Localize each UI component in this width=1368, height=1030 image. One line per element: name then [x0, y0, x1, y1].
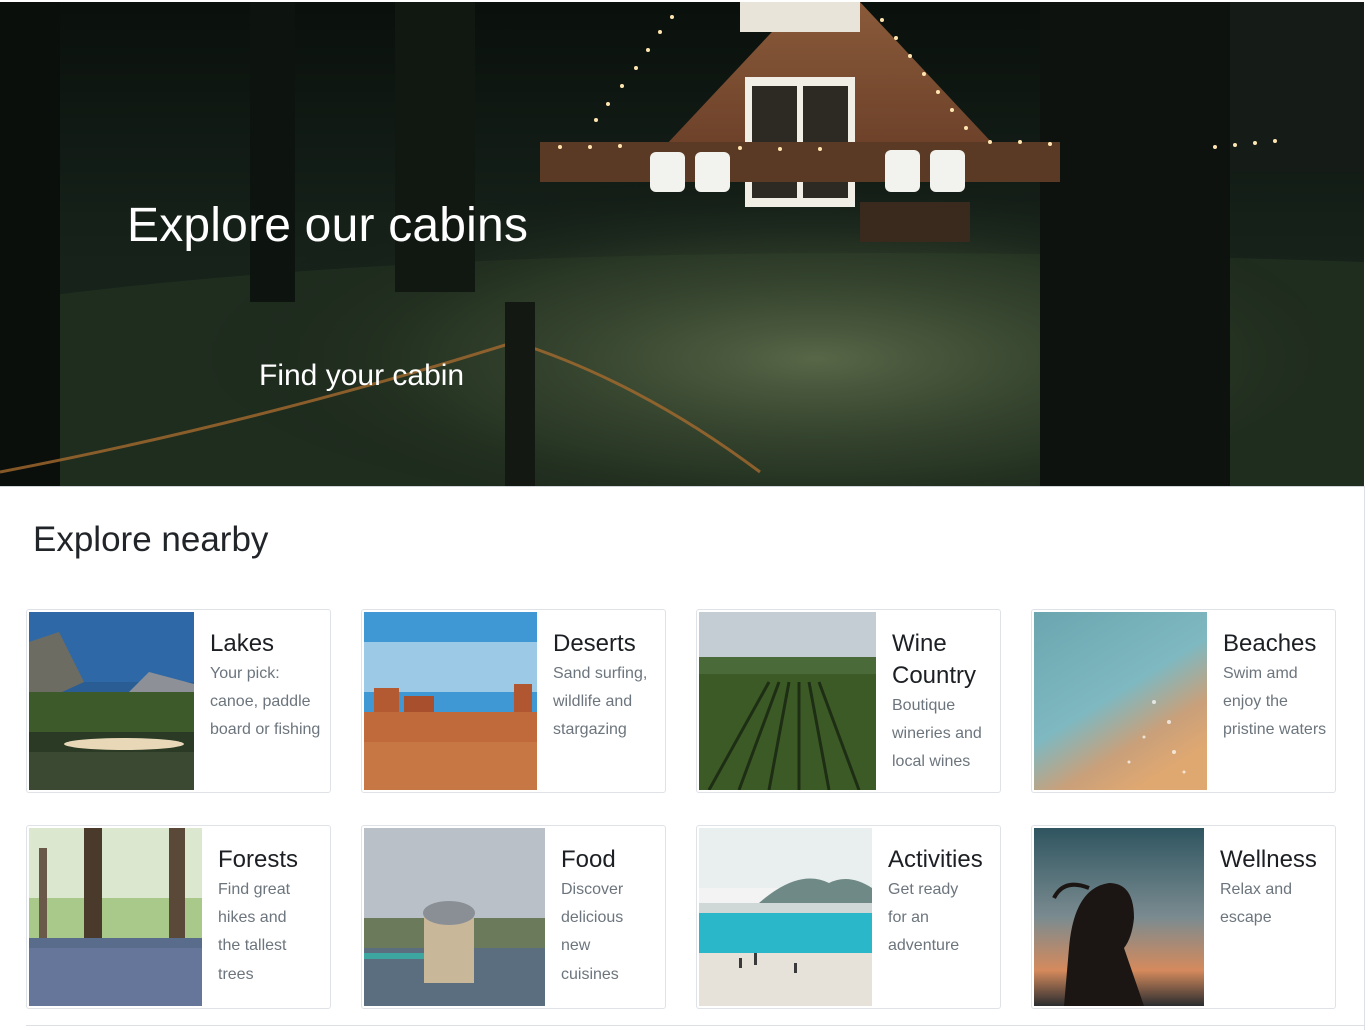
card-activities[interactable]: Activities Get ready for an adventure [696, 825, 1001, 1009]
divider [26, 1025, 1364, 1026]
card-title: Beaches [1223, 630, 1317, 657]
card-deserts[interactable]: Deserts Sand surfing, wildlife and starg… [361, 609, 666, 793]
card-title: Deserts [553, 630, 636, 657]
card-text: Discover delicious new cuisines [561, 881, 624, 983]
card-text: Relax and escape [1220, 881, 1293, 927]
card-title: Wine Country [892, 630, 977, 689]
food-image [364, 828, 545, 1006]
card-title: Activities [888, 846, 983, 873]
card-text: Your pick: canoe, paddle board or fishin… [210, 665, 321, 739]
beaches-image [1034, 612, 1207, 790]
activities-image [699, 828, 872, 1006]
card-food[interactable]: Food Discover delicious new cuisines [361, 825, 666, 1009]
card-beaches[interactable]: Beaches Swim amd enjoy the pristine wate… [1031, 609, 1336, 793]
deserts-image [364, 612, 537, 790]
page: Explore our cabins Find your cabin Explo… [0, 0, 1368, 1030]
section-title: Explore nearby [33, 520, 269, 559]
card-title: Forests [218, 846, 299, 873]
card-lakes[interactable]: Lakes Your pick: canoe, paddle board or … [26, 609, 331, 793]
hero-banner: Explore our cabins Find your cabin [0, 2, 1364, 487]
card-text: Sand surfing, wildlife and stargazing [553, 665, 648, 739]
forests-image [29, 828, 202, 1006]
card-text: Find great hikes and the tallest trees [218, 881, 291, 983]
card-text: Swim amd enjoy the pristine waters [1223, 665, 1327, 739]
card-text: Get ready for an adventure [888, 881, 960, 955]
card-wellness[interactable]: Wellness Relax and escape [1031, 825, 1336, 1009]
wellness-image [1034, 828, 1204, 1006]
wine-country-image [699, 612, 876, 790]
card-wine-country[interactable]: Wine Country Boutique wineries and local… [696, 609, 1001, 793]
lakes-image [29, 612, 194, 790]
card-title: Wellness [1220, 846, 1317, 873]
card-text: Boutique wineries and local wines [892, 697, 982, 771]
scrollbar-edge [1364, 486, 1365, 1030]
card-title: Lakes [210, 630, 275, 657]
hero-title: Explore our cabins [127, 199, 529, 252]
find-cabin-link[interactable]: Find your cabin [259, 359, 464, 393]
card-title: Food [561, 846, 616, 873]
card-forests[interactable]: Forests Find great hikes and the tallest… [26, 825, 331, 1009]
